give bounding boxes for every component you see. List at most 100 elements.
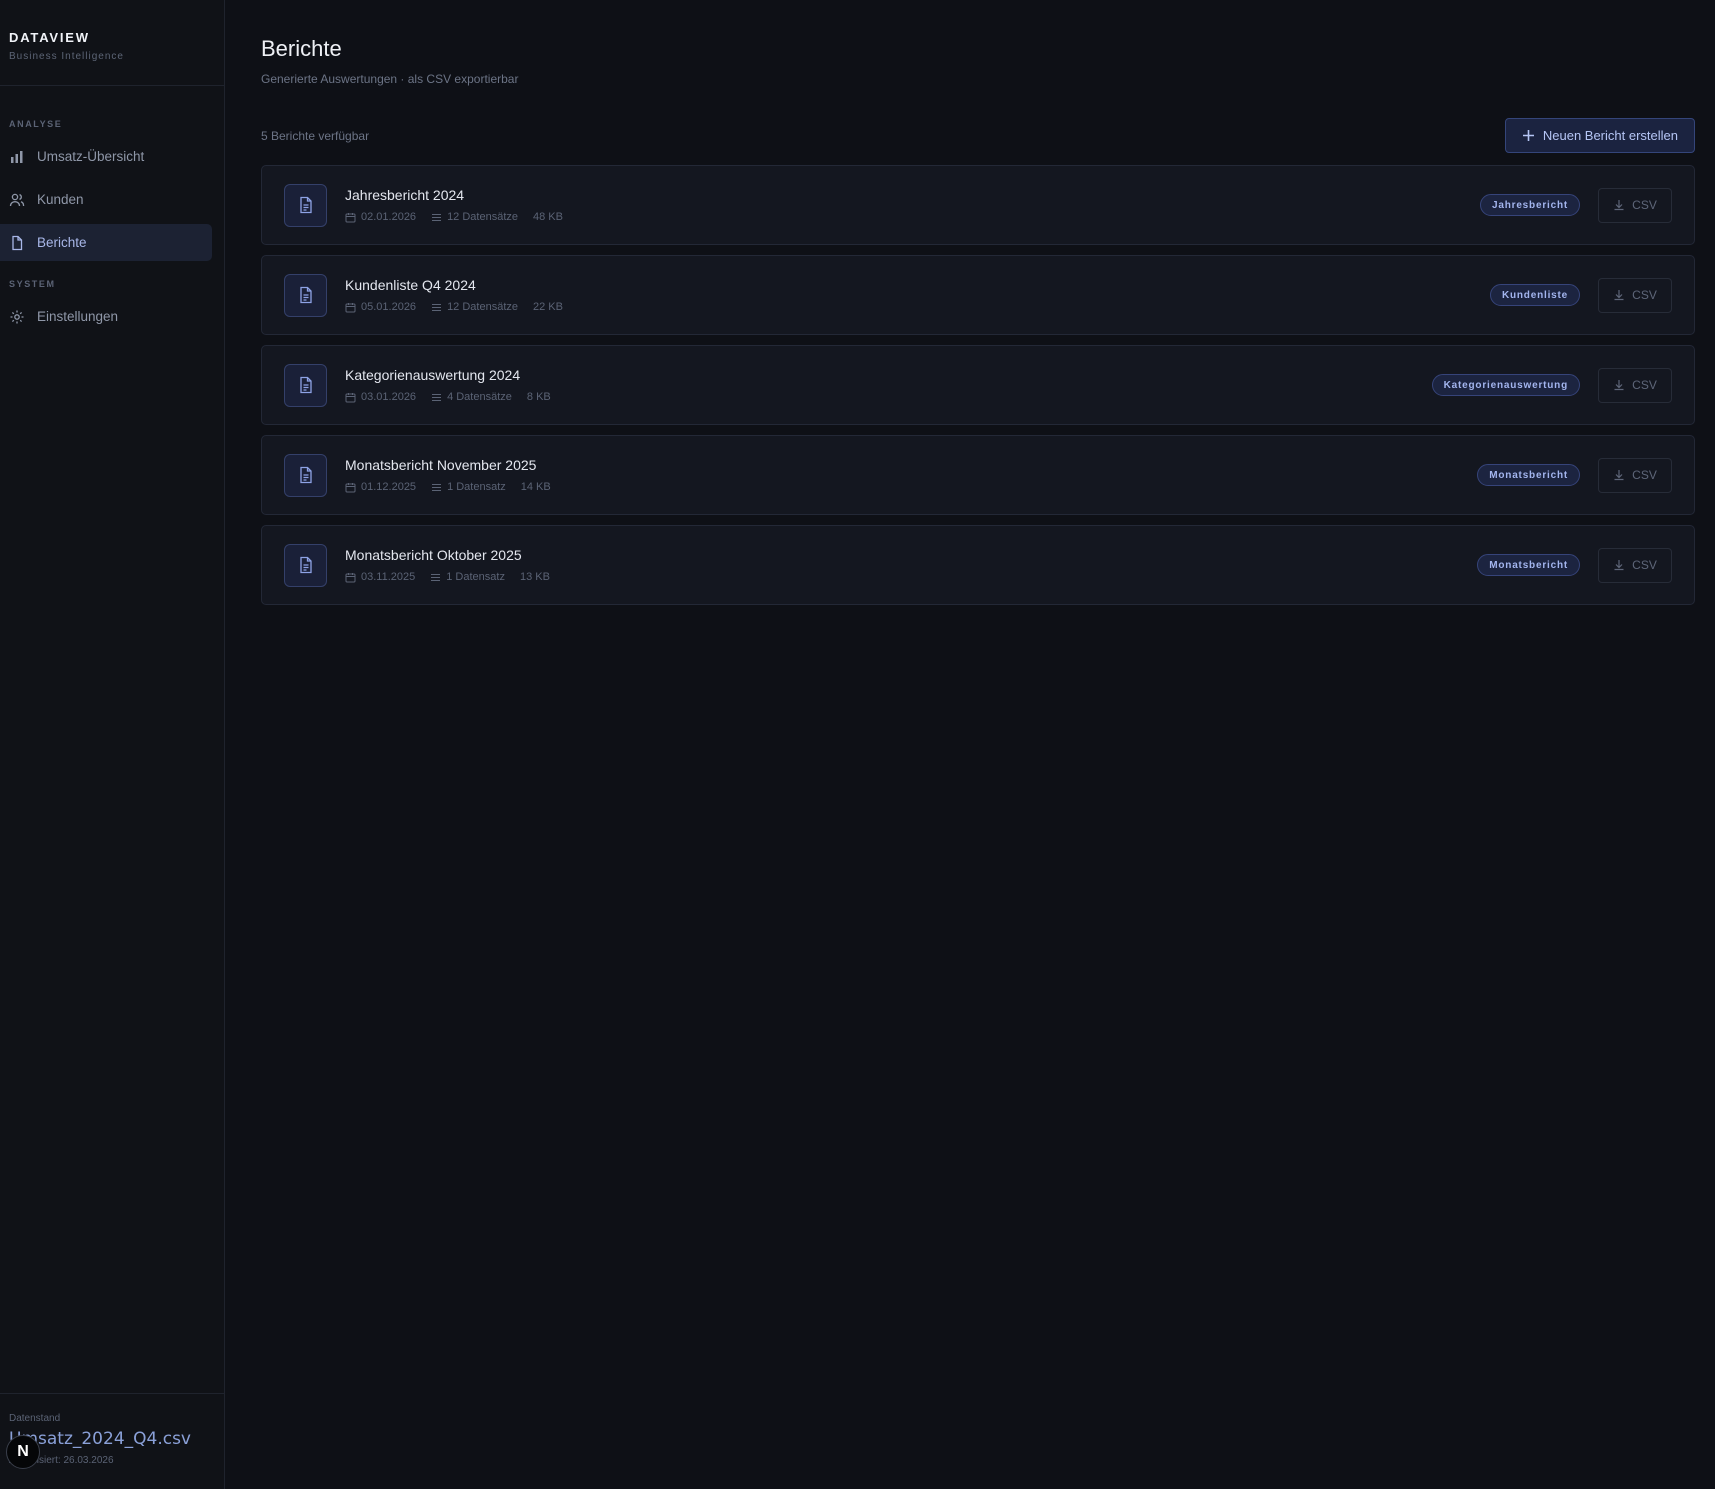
csv-download-button[interactable]: CSV: [1598, 457, 1672, 493]
create-report-button[interactable]: Neuen Bericht erstellen: [1504, 118, 1695, 153]
csv-label: CSV: [1632, 198, 1657, 212]
report-title: Kundenliste Q4 2024: [345, 277, 476, 293]
report-card[interactable]: Kundenliste Q4 2024 05.01.2026 12 Datens…: [261, 255, 1695, 335]
sidebar-item-label: Kunden: [37, 192, 84, 207]
download-icon: [1614, 200, 1624, 211]
report-size: 48 KB: [533, 211, 563, 223]
report-document-icon: [284, 363, 327, 407]
download-icon: [1614, 380, 1624, 391]
sidebar-item-kunden[interactable]: Kunden: [0, 181, 212, 218]
download-icon: [1614, 470, 1624, 481]
next-dev-badge[interactable]: N: [6, 1435, 40, 1469]
report-records: 1 Datensatz: [446, 571, 505, 583]
calendar-icon: [345, 392, 356, 402]
download-icon: [1614, 290, 1624, 301]
report-date: 02.01.2026: [361, 211, 417, 223]
report-meta: 05.01.2026 12 Datensätze 22 KB: [345, 301, 1490, 313]
rows-icon: [432, 213, 442, 221]
file-text-icon: [299, 376, 312, 394]
nav-section-analyse: ANALYSE: [9, 119, 63, 129]
report-records: 12 Datensätze: [447, 301, 518, 313]
brand-subtitle: Business Intelligence: [9, 51, 124, 62]
document-icon: [12, 235, 23, 250]
report-type-badge: Monatsbericht: [1477, 554, 1580, 576]
nav-section-system: SYSTEM: [9, 279, 56, 289]
data-status-label: Datenstand: [9, 1413, 61, 1424]
report-card[interactable]: Kategorienauswertung 2024 03.01.2026 4 D…: [261, 345, 1695, 425]
gear-icon: [10, 310, 24, 323]
brand-title: DATAVIEW: [9, 30, 90, 45]
report-meta: 01.12.2025 1 Datensatz 14 KB: [345, 481, 1477, 493]
users-icon: [9, 193, 25, 206]
calendar-icon: [345, 302, 356, 312]
report-card[interactable]: Monatsbericht Oktober 2025 03.11.2025 1 …: [261, 525, 1695, 605]
page-subtitle: Generierte Auswertungen · als CSV export…: [261, 72, 519, 86]
csv-download-button[interactable]: CSV: [1598, 547, 1672, 583]
csv-download-button[interactable]: CSV: [1598, 277, 1672, 313]
report-date: 03.11.2025: [361, 571, 416, 583]
report-document-icon: [284, 183, 327, 227]
report-type-badge: Jahresbericht: [1480, 194, 1580, 216]
report-date: 03.01.2026: [361, 391, 417, 403]
report-card[interactable]: Monatsbericht November 2025 01.12.2025 1…: [261, 435, 1695, 515]
report-document-icon: [284, 543, 327, 587]
file-text-icon: [299, 196, 312, 214]
rows-icon: [432, 393, 442, 401]
data-status-updated: Aktualisiert: 26.03.2026: [9, 1455, 114, 1466]
csv-label: CSV: [1632, 558, 1657, 572]
sidebar-item-label: Umsatz-Übersicht: [37, 149, 145, 164]
report-title: Jahresbericht 2024: [345, 187, 465, 203]
report-size: 13 KB: [519, 571, 550, 583]
sidebar: DATAVIEW Business Intelligence ANALYSE U…: [0, 0, 225, 1489]
main-content: Berichte Generierte Auswertungen · als C…: [225, 0, 1715, 1489]
calendar-icon: [345, 482, 356, 492]
plus-icon: [1522, 130, 1534, 141]
report-size: 22 KB: [533, 301, 563, 313]
page-title: Berichte: [261, 36, 342, 61]
create-report-label: Neuen Bericht erstellen: [1542, 128, 1678, 143]
report-records: 4 Datensätze: [447, 391, 512, 403]
report-count: 5 Berichte verfügbar: [261, 128, 370, 143]
report-meta: 03.01.2026 4 Datensätze 8 KB: [345, 391, 1432, 403]
report-type-badge: Kategorienauswertung: [1431, 374, 1580, 396]
report-document-icon: [284, 273, 327, 317]
csv-label: CSV: [1632, 378, 1657, 392]
rows-icon: [432, 483, 442, 491]
file-text-icon: [299, 286, 312, 304]
report-date: 05.01.2026: [361, 301, 417, 313]
brand: DATAVIEW Business Intelligence: [0, 0, 224, 86]
csv-label: CSV: [1632, 468, 1657, 482]
report-date: 01.12.2025: [361, 481, 417, 493]
rows-icon: [431, 573, 441, 581]
report-title: Kategorienauswertung 2024: [345, 367, 521, 383]
report-card[interactable]: Jahresbericht 2024 02.01.2026 12 Datensä…: [261, 165, 1695, 245]
sidebar-item-label: Einstellungen: [37, 309, 119, 324]
sidebar-item-einstellungen[interactable]: Einstellungen: [0, 298, 212, 335]
report-list: Jahresbericht 2024 02.01.2026 12 Datensä…: [261, 165, 1695, 605]
report-records: 1 Datensatz: [447, 481, 506, 493]
toolbar: 5 Berichte verfügbar Neuen Bericht erste…: [261, 118, 1695, 153]
report-type-badge: Monatsbericht: [1477, 464, 1580, 486]
calendar-icon: [345, 212, 356, 222]
file-text-icon: [299, 466, 312, 484]
csv-label: CSV: [1632, 288, 1657, 302]
report-meta: 02.01.2026 12 Datensätze 48 KB: [345, 211, 1480, 223]
download-icon: [1614, 560, 1624, 571]
report-title: Monatsbericht November 2025: [345, 457, 537, 473]
calendar-icon: [345, 572, 356, 582]
bar-chart-icon: [11, 150, 23, 163]
file-text-icon: [299, 556, 312, 574]
sidebar-item-label: Berichte: [37, 235, 87, 250]
csv-download-button[interactable]: CSV: [1598, 187, 1672, 223]
report-records: 12 Datensätze: [447, 211, 518, 223]
sidebar-item-umsatz[interactable]: Umsatz-Übersicht: [0, 138, 212, 175]
data-status-file: Umsatz_2024_Q4.csv: [9, 1429, 191, 1449]
report-size: 8 KB: [526, 391, 551, 403]
report-title: Monatsbericht Oktober 2025: [345, 547, 522, 563]
sidebar-item-berichte[interactable]: Berichte: [0, 224, 212, 261]
report-meta: 03.11.2025 1 Datensatz 13 KB: [345, 571, 1477, 583]
csv-download-button[interactable]: CSV: [1598, 367, 1672, 403]
report-type-badge: Kundenliste: [1489, 284, 1580, 306]
rows-icon: [432, 303, 442, 311]
report-size: 14 KB: [520, 481, 551, 493]
